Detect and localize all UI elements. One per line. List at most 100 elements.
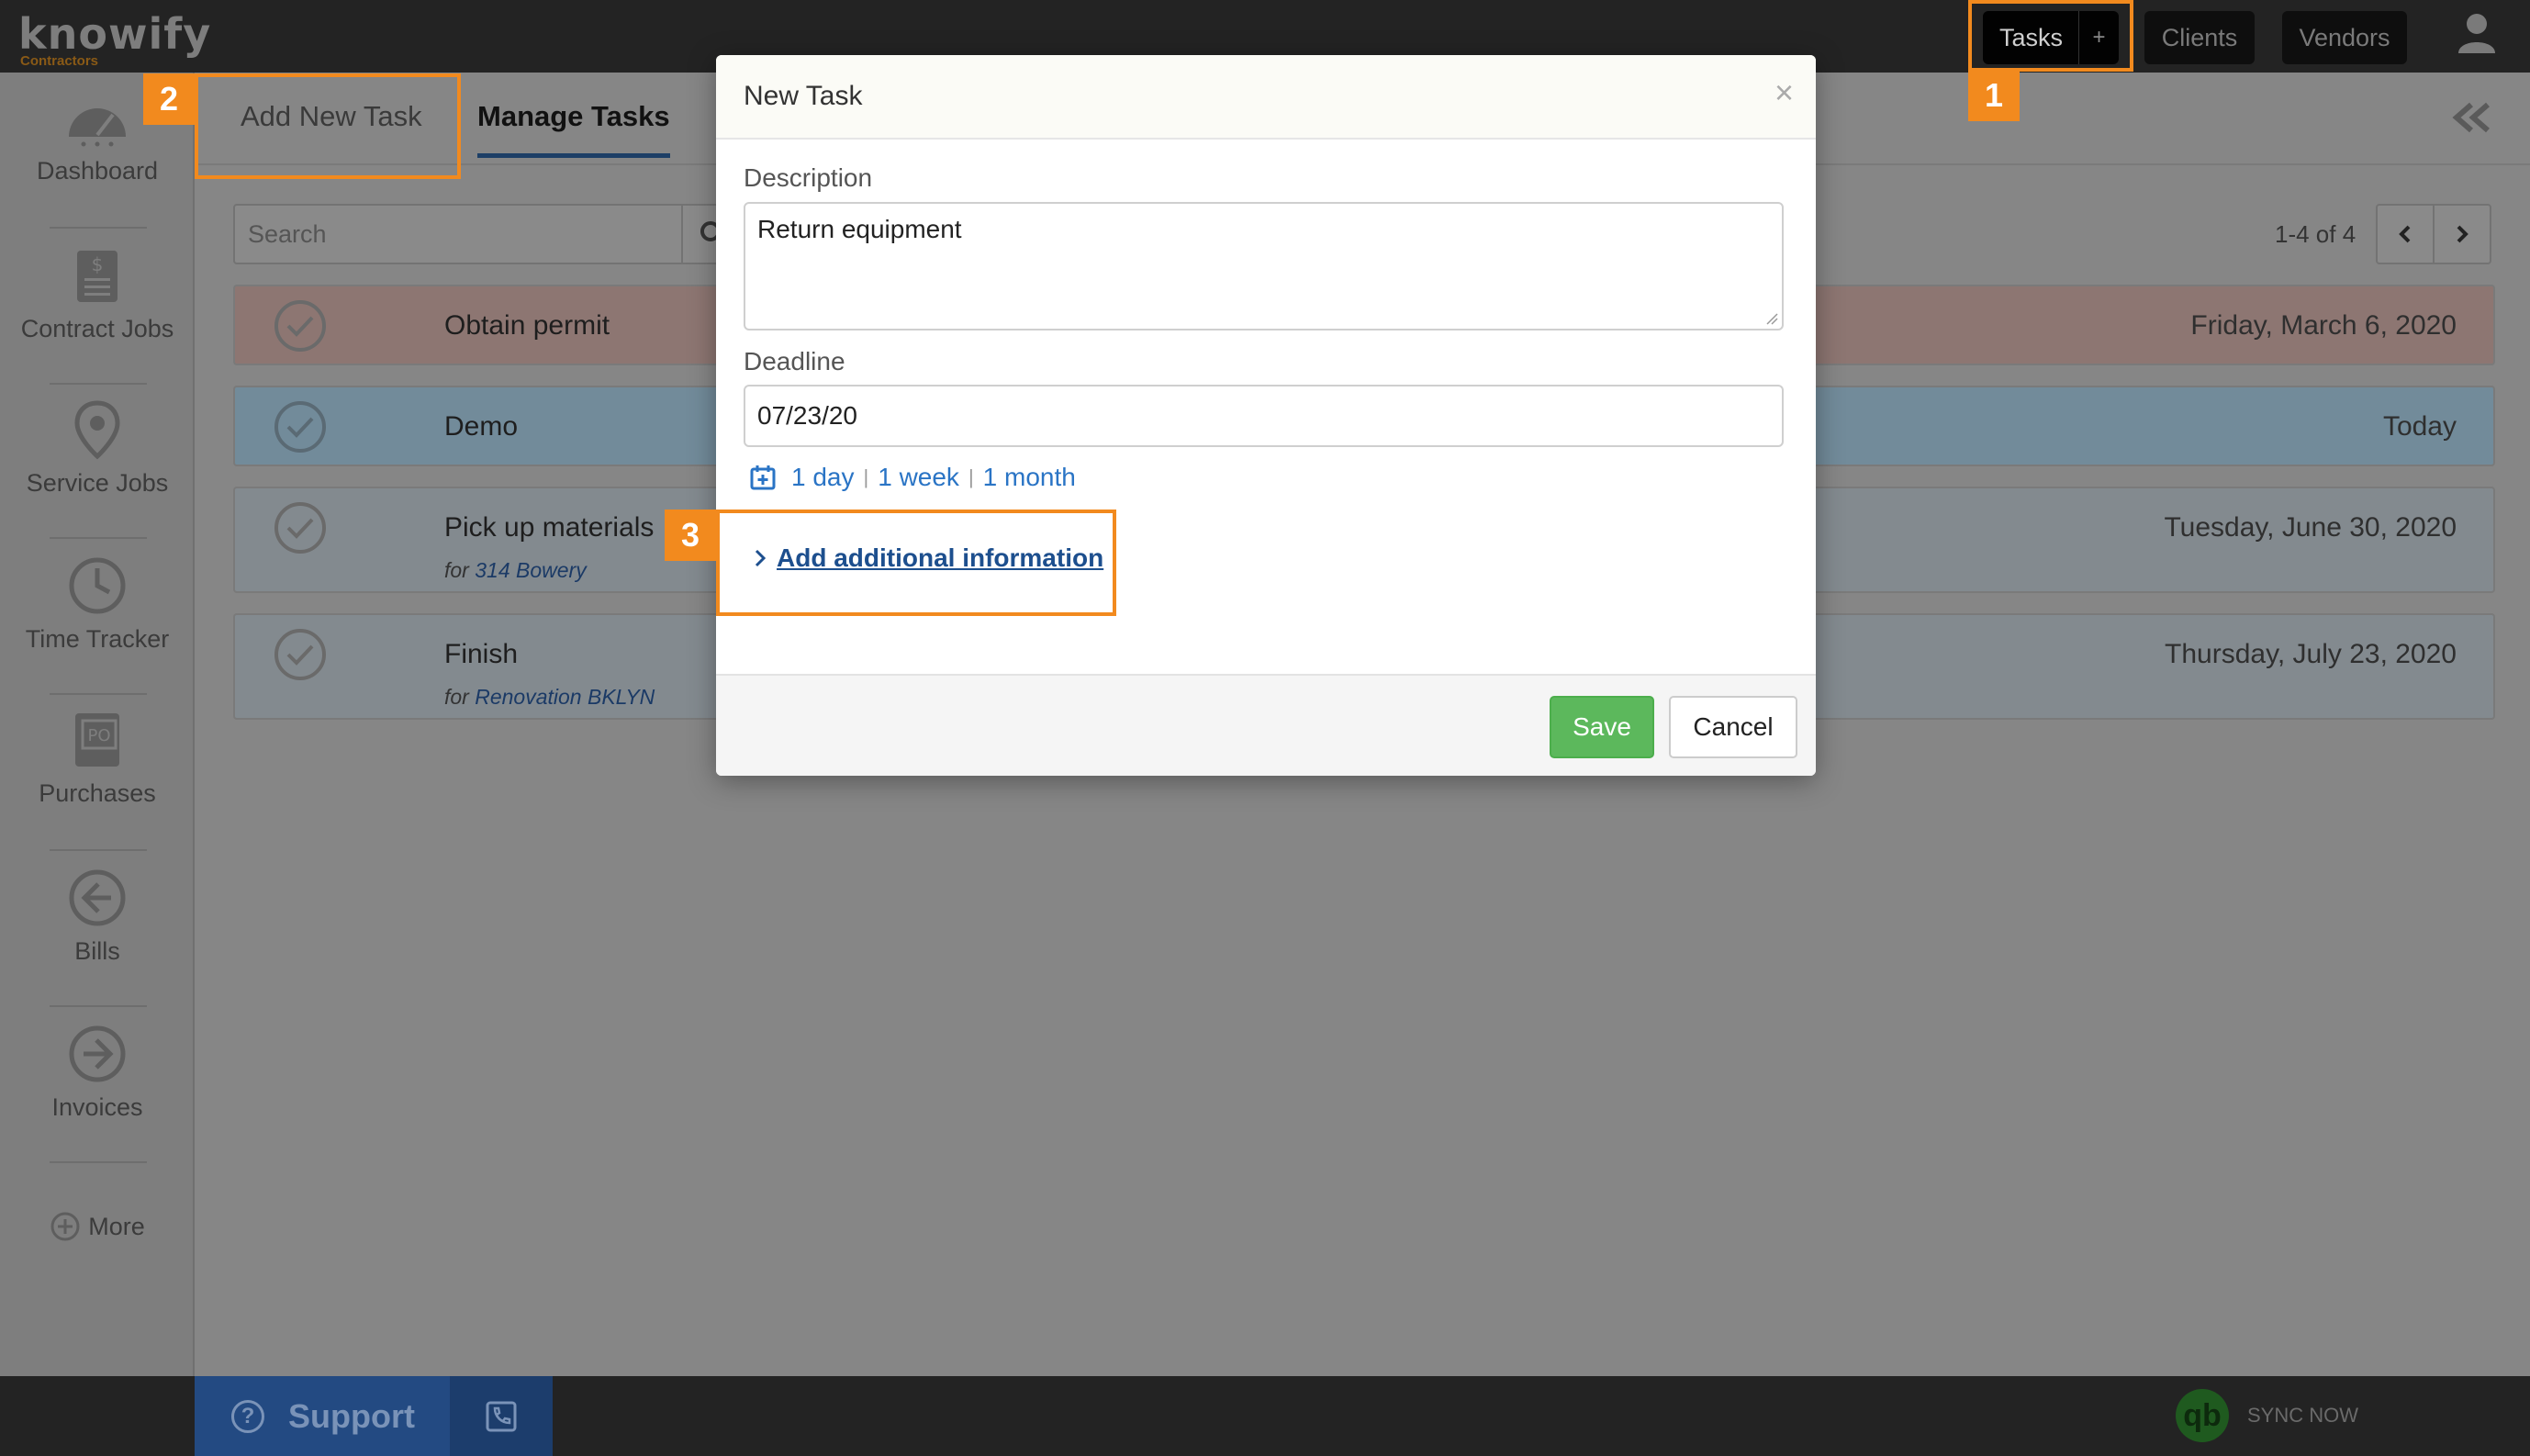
active-tab-underline (477, 153, 670, 158)
description-value: Return equipment (757, 215, 962, 243)
arrow-right-circle-icon (69, 1025, 126, 1082)
callout-box-2 (195, 73, 461, 179)
callout-number-1: 1 (1968, 70, 2020, 121)
logo-subtitle: Contractors (20, 53, 99, 69)
complete-check-icon[interactable] (272, 398, 329, 455)
sidebar-divider (50, 227, 147, 229)
sidebar-item-service-jobs[interactable]: Service Jobs (0, 399, 195, 498)
tab-manage-tasks[interactable]: Manage Tasks (477, 100, 670, 158)
task-search-input[interactable]: Search (233, 204, 683, 264)
deadline-label: Deadline (744, 347, 845, 375)
callout-box-1 (1968, 0, 2133, 72)
deadline-quick-links: 1 day | 1 week | 1 month (749, 463, 1076, 492)
cancel-button[interactable]: Cancel (1669, 696, 1797, 758)
quick-1-week-link[interactable]: 1 week (878, 463, 959, 492)
quick-1-day-link[interactable]: 1 day (791, 463, 855, 492)
clock-icon (69, 557, 126, 614)
task-project-prefix: for (444, 558, 469, 582)
quickbooks-logo-icon: qb (2176, 1389, 2229, 1442)
task-name: Obtain permit (444, 310, 610, 341)
callout-number-2: 2 (143, 73, 195, 125)
task-date: Today (2382, 411, 2457, 442)
prev-page-button[interactable] (2376, 204, 2435, 264)
chevron-left-icon (2399, 225, 2411, 243)
new-task-modal: New Task × Description Return equipment … (716, 55, 1816, 776)
sidebar-item-time-tracker[interactable]: Time Tracker (0, 555, 195, 654)
search-button[interactable] (683, 204, 721, 264)
task-date: Tuesday, June 30, 2020 (2164, 512, 2457, 543)
modal-header: New Task × (716, 55, 1816, 140)
task-project-prefix: for (444, 685, 469, 709)
po-document-icon: PO (75, 713, 119, 767)
task-project-link[interactable]: Renovation BKLYN (475, 685, 655, 709)
pagination-count: 1-4 of 4 (2275, 220, 2356, 248)
task-name: Pick up materials (444, 512, 655, 543)
sidebar-more-label: More (88, 1212, 145, 1240)
knowify-logo[interactable]: knowify Contractors (18, 9, 211, 69)
phone-button[interactable] (450, 1376, 553, 1456)
modal-footer: Save Cancel (716, 674, 1816, 776)
callout-number-3: 3 (665, 510, 716, 561)
close-icon[interactable]: × (1774, 73, 1794, 112)
sidebar-divider (50, 1005, 147, 1007)
task-project: for Renovation BKLYN (444, 685, 655, 710)
chevron-right-icon (2457, 225, 2468, 243)
sidebar-divider (50, 849, 147, 851)
next-page-button[interactable] (2433, 204, 2491, 264)
sidebar-item-label: Bills (74, 937, 120, 965)
task-project: for 314 Bowery (444, 558, 587, 583)
sidebar-divider (50, 693, 147, 695)
description-label: Description (744, 163, 873, 192)
task-date: Thursday, July 23, 2020 (2165, 639, 2457, 669)
sidebar-divider (50, 537, 147, 539)
sidebar-item-invoices[interactable]: Invoices (0, 1024, 195, 1122)
sidebar-item-label: Service Jobs (26, 469, 169, 497)
sync-now-label: SYNC NOW (2247, 1404, 2358, 1427)
svg-text:PO: PO (87, 726, 110, 745)
vendors-nav-button[interactable]: Vendors (2282, 11, 2407, 64)
task-name: Finish (444, 639, 519, 669)
description-textarea[interactable]: Return equipment (744, 202, 1784, 330)
sidebar: Dashboard $ Contract Jobs Service Jobs T… (0, 73, 195, 1376)
document-dollar-icon: $ (77, 251, 118, 302)
modal-title: New Task (744, 81, 863, 111)
sidebar-item-bills[interactable]: Bills (0, 868, 195, 966)
save-button[interactable]: Save (1550, 696, 1654, 758)
resize-handle-icon[interactable] (1765, 312, 1778, 325)
quick-1-month-link[interactable]: 1 month (983, 463, 1076, 492)
sidebar-more[interactable]: More (0, 1211, 195, 1242)
quickbooks-sync[interactable]: qb SYNC NOW (2176, 1389, 2358, 1442)
tab-manage-label: Manage Tasks (477, 100, 670, 132)
arrow-left-circle-icon (69, 869, 126, 926)
bottom-bar: ? Support qb SYNC NOW (0, 1376, 2530, 1456)
phone-icon (486, 1401, 517, 1431)
link-separator: | (968, 465, 974, 488)
task-date: Friday, March 6, 2020 (2190, 310, 2457, 341)
sidebar-item-purchases[interactable]: PO Purchases (0, 710, 195, 808)
sidebar-item-label: Invoices (51, 1093, 143, 1121)
help-circle-icon: ? (231, 1399, 264, 1433)
map-pin-icon (74, 400, 120, 460)
complete-check-icon[interactable] (272, 626, 329, 683)
svg-text:$: $ (92, 253, 104, 275)
gauge-icon (69, 108, 126, 147)
task-project-link[interactable]: 314 Bowery (475, 558, 586, 582)
support-button[interactable]: ? Support (195, 1376, 450, 1456)
task-name: Demo (444, 411, 519, 442)
collapse-double-chevron-icon[interactable] (2451, 101, 2493, 134)
sidebar-divider (50, 1161, 147, 1163)
sidebar-item-label: Purchases (39, 779, 156, 807)
sidebar-item-label: Contract Jobs (20, 315, 174, 342)
callout-box-3 (716, 510, 1116, 616)
complete-check-icon[interactable] (272, 297, 329, 354)
link-separator: | (863, 465, 869, 488)
support-label: Support (288, 1396, 415, 1435)
sidebar-item-label: Time Tracker (25, 625, 170, 653)
complete-check-icon[interactable] (272, 499, 329, 556)
sidebar-item-contract-jobs[interactable]: $ Contract Jobs (0, 247, 195, 343)
calendar-plus-icon[interactable] (749, 464, 777, 491)
user-profile-icon[interactable] (2457, 11, 2497, 55)
clients-nav-button[interactable]: Clients (2144, 11, 2255, 64)
sidebar-divider (50, 383, 147, 385)
deadline-input[interactable]: 07/23/20 (744, 385, 1784, 447)
